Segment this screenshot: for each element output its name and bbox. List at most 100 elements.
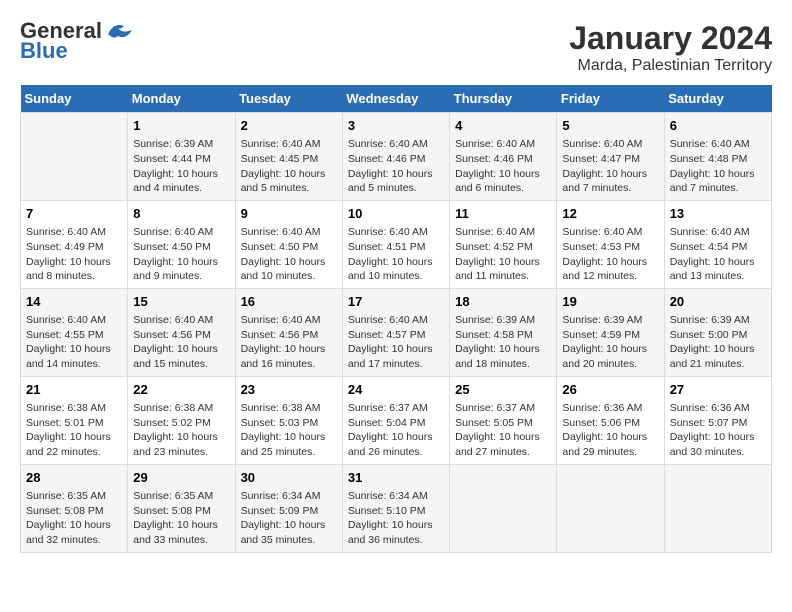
calendar-cell: 29Sunrise: 6:35 AMSunset: 5:08 PMDayligh…	[128, 464, 235, 552]
day-info-line: Sunrise: 6:40 AM	[241, 225, 337, 240]
day-info-line: and 8 minutes.	[26, 269, 122, 284]
location: Marda, Palestinian Territory	[569, 57, 772, 75]
day-info-line: Sunrise: 6:40 AM	[133, 313, 229, 328]
calendar-cell: 16Sunrise: 6:40 AMSunset: 4:56 PMDayligh…	[235, 288, 342, 376]
day-info-line: Sunrise: 6:36 AM	[562, 401, 658, 416]
day-info-line: Daylight: 10 hours	[670, 342, 766, 357]
calendar-cell: 2Sunrise: 6:40 AMSunset: 4:45 PMDaylight…	[235, 113, 342, 201]
day-number: 4	[455, 117, 551, 135]
weekday-header-saturday: Saturday	[664, 85, 771, 113]
day-info-line: Sunrise: 6:39 AM	[562, 313, 658, 328]
day-info-line: and 10 minutes.	[348, 269, 444, 284]
day-info-line: Daylight: 10 hours	[241, 255, 337, 270]
calendar-cell: 19Sunrise: 6:39 AMSunset: 4:59 PMDayligh…	[557, 288, 664, 376]
day-number: 18	[455, 293, 551, 311]
day-number: 21	[26, 381, 122, 399]
day-info-line: Daylight: 10 hours	[562, 430, 658, 445]
day-info-line: Sunset: 4:46 PM	[348, 152, 444, 167]
day-number: 6	[670, 117, 766, 135]
weekday-header-monday: Monday	[128, 85, 235, 113]
day-info-line: Sunrise: 6:40 AM	[241, 137, 337, 152]
title-section: January 2024 Marda, Palestinian Territor…	[569, 20, 772, 75]
day-number: 16	[241, 293, 337, 311]
calendar-cell: 7Sunrise: 6:40 AMSunset: 4:49 PMDaylight…	[21, 200, 128, 288]
day-number: 3	[348, 117, 444, 135]
weekday-header-thursday: Thursday	[450, 85, 557, 113]
logo: General Blue	[20, 20, 132, 64]
calendar-cell: 22Sunrise: 6:38 AMSunset: 5:02 PMDayligh…	[128, 376, 235, 464]
calendar-cell: 21Sunrise: 6:38 AMSunset: 5:01 PMDayligh…	[21, 376, 128, 464]
day-info-line: Sunset: 5:01 PM	[26, 416, 122, 431]
calendar-cell: 9Sunrise: 6:40 AMSunset: 4:50 PMDaylight…	[235, 200, 342, 288]
day-info-line: Daylight: 10 hours	[348, 342, 444, 357]
day-info-line: and 26 minutes.	[348, 445, 444, 460]
day-number: 28	[26, 469, 122, 487]
day-number: 31	[348, 469, 444, 487]
day-info-line: Sunset: 5:06 PM	[562, 416, 658, 431]
day-info-line: Sunset: 4:47 PM	[562, 152, 658, 167]
day-number: 26	[562, 381, 658, 399]
day-number: 13	[670, 205, 766, 223]
calendar-cell: 5Sunrise: 6:40 AMSunset: 4:47 PMDaylight…	[557, 113, 664, 201]
day-info-line: and 20 minutes.	[562, 357, 658, 372]
day-info-line: Sunrise: 6:39 AM	[670, 313, 766, 328]
day-info-line: Sunset: 4:57 PM	[348, 328, 444, 343]
day-info-line: Sunrise: 6:40 AM	[241, 313, 337, 328]
calendar-cell: 17 Sunrise: 6:40 AMSunset: 4:57 PMDayligh…	[342, 288, 449, 376]
calendar-cell: 10Sunrise: 6:40 AMSunset: 4:51 PMDayligh…	[342, 200, 449, 288]
day-number: 24	[348, 381, 444, 399]
day-info-line: and 21 minutes.	[670, 357, 766, 372]
day-info-line: Sunrise: 6:40 AM	[348, 137, 444, 152]
calendar-cell: 15Sunrise: 6:40 AMSunset: 4:56 PMDayligh…	[128, 288, 235, 376]
page-header: General Blue January 2024 Marda, Palesti…	[20, 20, 772, 75]
day-info-line: Daylight: 10 hours	[670, 167, 766, 182]
day-info-line: Sunset: 5:08 PM	[26, 504, 122, 519]
calendar-table: SundayMondayTuesdayWednesdayThursdayFrid…	[20, 85, 772, 553]
day-info-line: Sunset: 4:45 PM	[241, 152, 337, 167]
calendar-cell: 28Sunrise: 6:35 AMSunset: 5:08 PMDayligh…	[21, 464, 128, 552]
day-info-line: and 13 minutes.	[670, 269, 766, 284]
day-number: 12	[562, 205, 658, 223]
day-info-line: and 5 minutes.	[348, 181, 444, 196]
week-row-2: 7Sunrise: 6:40 AMSunset: 4:49 PMDaylight…	[21, 200, 772, 288]
day-info-line: and 25 minutes.	[241, 445, 337, 460]
day-info-line: and 7 minutes.	[670, 181, 766, 196]
day-info-line: and 7 minutes.	[562, 181, 658, 196]
day-info-line: Sunrise: 6:40 AM	[348, 313, 444, 328]
day-info-line: and 23 minutes.	[133, 445, 229, 460]
day-info-line: Daylight: 10 hours	[133, 167, 229, 182]
day-info-line: and 6 minutes.	[455, 181, 551, 196]
day-number: 9	[241, 205, 337, 223]
day-info-line: Daylight: 10 hours	[562, 342, 658, 357]
day-info-line: Daylight: 10 hours	[26, 255, 122, 270]
day-number: 2	[241, 117, 337, 135]
day-info-line: Sunset: 4:53 PM	[562, 240, 658, 255]
logo-bird-icon	[104, 20, 132, 42]
calendar-cell	[450, 464, 557, 552]
day-number: 20	[670, 293, 766, 311]
day-number: 14	[26, 293, 122, 311]
day-info-line: Daylight: 10 hours	[562, 255, 658, 270]
week-row-3: 14Sunrise: 6:40 AMSunset: 4:55 PMDayligh…	[21, 288, 772, 376]
calendar-cell: 14Sunrise: 6:40 AMSunset: 4:55 PMDayligh…	[21, 288, 128, 376]
calendar-cell: 3Sunrise: 6:40 AMSunset: 4:46 PMDaylight…	[342, 113, 449, 201]
day-info-line: Sunrise: 6:37 AM	[455, 401, 551, 416]
calendar-cell: 23Sunrise: 6:38 AMSunset: 5:03 PMDayligh…	[235, 376, 342, 464]
month-title: January 2024	[569, 20, 772, 57]
day-info-line: and 36 minutes.	[348, 533, 444, 548]
day-info-line: Sunrise: 6:35 AM	[133, 489, 229, 504]
day-info-line: Sunrise: 6:38 AM	[241, 401, 337, 416]
day-info-line: Sunrise: 6:34 AM	[348, 489, 444, 504]
calendar-cell: 27Sunrise: 6:36 AMSunset: 5:07 PMDayligh…	[664, 376, 771, 464]
day-info-line: Sunrise: 6:35 AM	[26, 489, 122, 504]
day-info-line: Sunset: 4:54 PM	[670, 240, 766, 255]
day-info-line: Sunrise: 6:40 AM	[455, 137, 551, 152]
day-info-line: and 30 minutes.	[670, 445, 766, 460]
day-info-line: and 18 minutes.	[455, 357, 551, 372]
weekday-header-tuesday: Tuesday	[235, 85, 342, 113]
day-info-line: and 14 minutes.	[26, 357, 122, 372]
day-info-line: Sunset: 5:05 PM	[455, 416, 551, 431]
day-number: 17	[348, 293, 444, 311]
day-info-line: Daylight: 10 hours	[670, 255, 766, 270]
day-info-line: Sunrise: 6:40 AM	[562, 137, 658, 152]
